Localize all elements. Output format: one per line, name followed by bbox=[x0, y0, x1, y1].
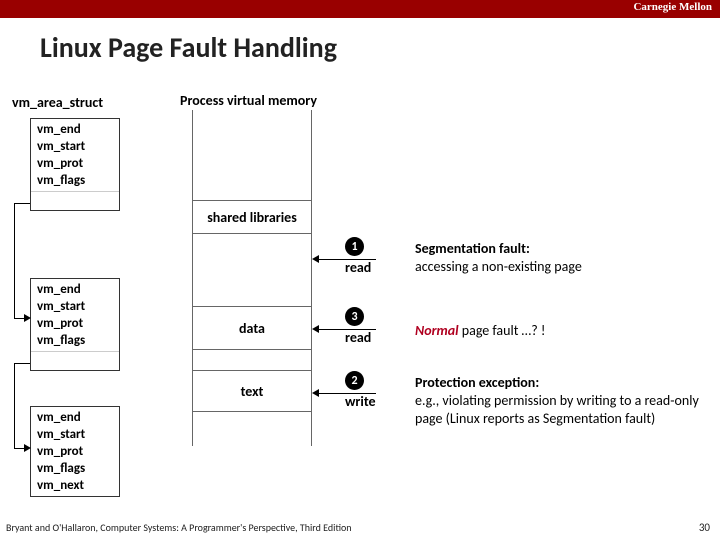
struct-box-1: vm_end vm_start vm_prot vm_flags bbox=[30, 118, 120, 211]
vm-area-label: vm_area_struct bbox=[12, 94, 103, 111]
memory-column: shared libraries data text bbox=[192, 110, 312, 446]
arrow-icon bbox=[24, 444, 31, 452]
field: vm_flags bbox=[37, 460, 113, 477]
event-op-3: read bbox=[345, 329, 371, 346]
desc-1: Segmentation fault: accessing a non-exis… bbox=[415, 240, 700, 276]
arrow-icon bbox=[312, 325, 319, 333]
field: vm_prot bbox=[37, 315, 113, 332]
slide-title: Linux Page Fault Handling bbox=[40, 30, 337, 65]
desc-body: accessing a non-existing page bbox=[415, 258, 582, 275]
field: vm_flags bbox=[37, 172, 113, 189]
seg-text: text bbox=[193, 370, 311, 412]
arrow-icon bbox=[312, 389, 319, 397]
struct-box-3: vm_end vm_start vm_prot vm_flags vm_next bbox=[30, 406, 120, 497]
field: vm_end bbox=[37, 409, 113, 426]
event-op-1: read bbox=[345, 259, 371, 276]
brand: Carnegie Mellon bbox=[633, 1, 712, 13]
event-badge-3: 3 bbox=[345, 307, 364, 326]
desc-3: Normal page fault …? ! bbox=[415, 322, 700, 340]
link bbox=[14, 363, 30, 364]
event-badge-1: 1 bbox=[345, 237, 364, 256]
seg-shlib: shared libraries bbox=[193, 200, 311, 234]
desc-body: e.g., violating permission by writing to… bbox=[415, 392, 699, 427]
link bbox=[14, 203, 15, 318]
event-badge-2: 2 bbox=[345, 371, 364, 390]
pvm-label: Process virtual memory bbox=[180, 92, 317, 109]
link bbox=[14, 203, 30, 204]
desc-heading: Normal bbox=[415, 322, 459, 339]
field: vm_end bbox=[37, 121, 113, 138]
desc-heading: Segmentation fault: bbox=[415, 240, 530, 257]
desc-2: Protection exception: e.g., violating pe… bbox=[415, 374, 700, 428]
struct-box-2: vm_end vm_start vm_prot vm_flags bbox=[30, 278, 120, 371]
event-op-2: write bbox=[345, 393, 376, 410]
field: vm_end bbox=[37, 281, 113, 298]
arrow-icon bbox=[24, 314, 31, 322]
arrow-icon bbox=[312, 255, 319, 263]
seg-data: data bbox=[193, 306, 311, 350]
footer: Bryant and O'Hallaron, Computer Systems:… bbox=[6, 521, 352, 534]
field: vm_flags bbox=[37, 332, 113, 349]
field: vm_start bbox=[37, 138, 113, 155]
field: vm_prot bbox=[37, 155, 113, 172]
desc-heading: Protection exception: bbox=[415, 374, 539, 391]
field: vm_start bbox=[37, 426, 113, 443]
field: vm_prot bbox=[37, 443, 113, 460]
page-number: 30 bbox=[699, 521, 710, 534]
topbar: Carnegie Mellon bbox=[0, 0, 720, 18]
field: vm_start bbox=[37, 298, 113, 315]
field: vm_next bbox=[37, 477, 113, 494]
desc-body: page fault …? ! bbox=[459, 322, 546, 339]
link bbox=[14, 363, 15, 448]
